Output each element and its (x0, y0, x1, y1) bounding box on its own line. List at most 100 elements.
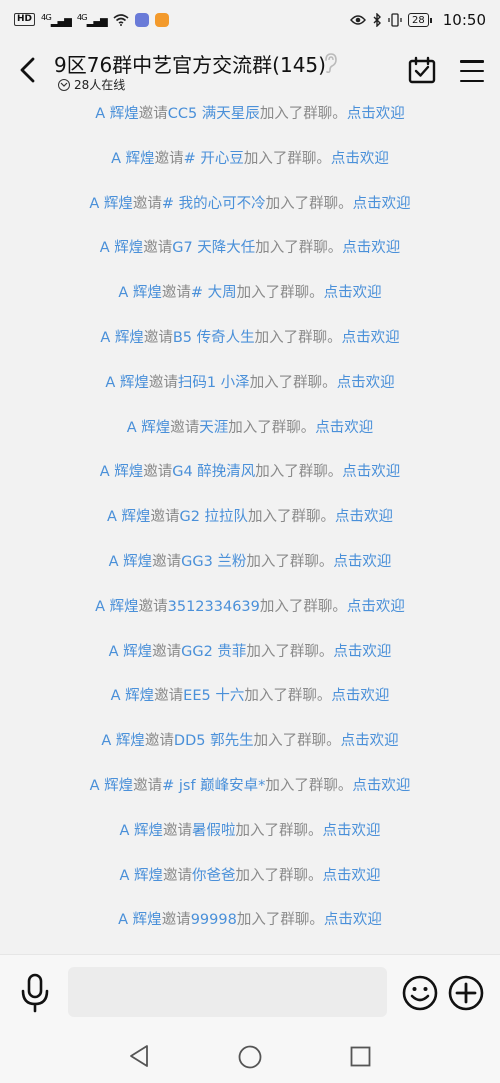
system-message: A 辉煌邀请B5 传奇人生加入了群聊。点击欢迎 (0, 326, 500, 347)
invitee-name[interactable]: G7 天降大任 (172, 240, 255, 256)
welcome-link[interactable]: 点击欢迎 (315, 420, 373, 436)
chevron-down-icon (58, 78, 70, 91)
invite-text: 邀请 (138, 106, 168, 122)
inviter-name[interactable]: A 辉煌 (119, 823, 163, 839)
welcome-link[interactable]: 点击欢迎 (342, 330, 400, 346)
system-message: A 辉煌邀请# 我的心可不冷加入了群聊。点击欢迎 (0, 192, 500, 213)
plus-icon[interactable] (448, 975, 484, 1011)
joined-text: 加入了群聊。 (259, 106, 347, 122)
joined-text: 加入了群聊。 (246, 554, 334, 570)
invitee-name[interactable]: 天涯 (199, 420, 228, 436)
inviter-name[interactable]: A 辉煌 (95, 599, 139, 615)
invitee-name[interactable]: EE5 十六 (183, 688, 244, 704)
eye-icon (350, 15, 366, 25)
invitee-name[interactable]: 99998 (191, 912, 237, 928)
system-message: A 辉煌邀请CC5 满天星辰加入了群聊。点击欢迎 (0, 102, 500, 123)
emoji-icon[interactable] (402, 975, 438, 1011)
inviter-name[interactable]: A 辉煌 (111, 688, 155, 704)
welcome-link[interactable]: 点击欢迎 (342, 240, 400, 256)
invitee-name[interactable]: # 我的心可不冷 (162, 196, 266, 212)
inviter-name[interactable]: A 辉煌 (109, 554, 153, 570)
menu-icon[interactable] (460, 60, 484, 82)
nav-back-icon[interactable] (128, 1044, 150, 1068)
clock: 10:50 (442, 11, 486, 29)
inviter-name[interactable]: A 辉煌 (101, 733, 145, 749)
system-message: A 辉煌邀请G2 拉拉队加入了群聊。点击欢迎 (0, 505, 500, 526)
welcome-link[interactable]: 点击欢迎 (347, 599, 405, 615)
inviter-name[interactable]: A 辉煌 (90, 778, 134, 794)
invite-text: 邀请 (154, 688, 184, 705)
invitee-name[interactable]: 扫码1 小泽 (178, 375, 250, 391)
joined-text: 加入了群聊。 (228, 419, 316, 436)
welcome-link[interactable]: 点击欢迎 (323, 823, 381, 839)
message-input[interactable] (68, 967, 387, 1017)
system-message: A 辉煌邀请天涯加入了群聊。点击欢迎 (0, 416, 500, 437)
invite-text: 邀请 (161, 285, 191, 302)
welcome-link[interactable]: 点击欢迎 (352, 778, 410, 794)
inviter-name[interactable]: A 辉煌 (95, 106, 139, 122)
invite-text: 邀请 (150, 509, 180, 526)
back-arrow-icon[interactable] (16, 56, 40, 84)
music-app-icon (134, 12, 149, 27)
inviter-name[interactable]: A 辉煌 (118, 912, 162, 928)
invitee-name[interactable]: GG3 兰粉 (181, 554, 246, 570)
welcome-link[interactable]: 点击欢迎 (342, 464, 400, 480)
inviter-name[interactable]: A 辉煌 (119, 868, 163, 884)
welcome-link[interactable]: 点击欢迎 (337, 375, 395, 391)
joined-text: 加入了群聊。 (255, 240, 343, 257)
welcome-link[interactable]: 点击欢迎 (341, 733, 399, 749)
invitee-name[interactable]: DD5 郭先生 (174, 733, 254, 749)
inviter-name[interactable]: A 辉煌 (89, 196, 133, 212)
invitee-name[interactable]: B5 传奇人生 (173, 330, 255, 346)
invitee-name[interactable]: G2 拉拉队 (179, 509, 248, 525)
invitee-name[interactable]: G4 醉挽清风 (172, 464, 255, 480)
inviter-name[interactable]: A 辉煌 (109, 644, 153, 660)
invite-text: 邀请 (170, 419, 200, 436)
joined-text: 加入了群聊。 (253, 733, 341, 750)
joined-text: 加入了群聊。 (255, 464, 343, 481)
joined-text: 加入了群聊。 (265, 778, 353, 794)
system-message: A 辉煌邀请# 开心豆加入了群聊。点击欢迎 (0, 147, 500, 168)
invitee-name[interactable]: # 开心豆 (184, 151, 244, 167)
group-title[interactable]: 9区76群中艺官方交流群(145) (54, 49, 326, 78)
welcome-link[interactable]: 点击欢迎 (324, 285, 382, 301)
invitee-name[interactable]: GG2 贵菲 (181, 644, 246, 660)
welcome-link[interactable]: 点击欢迎 (333, 554, 391, 570)
nav-recent-apps-icon[interactable] (350, 1046, 371, 1067)
invite-text: 邀请 (152, 643, 182, 660)
inviter-name[interactable]: A 辉煌 (127, 420, 171, 436)
welcome-link[interactable]: 点击欢迎 (347, 106, 405, 122)
welcome-link[interactable]: 点击欢迎 (333, 644, 391, 660)
welcome-link[interactable]: 点击欢迎 (331, 151, 389, 167)
inviter-name[interactable]: A 辉煌 (100, 464, 144, 480)
invitee-name[interactable]: 3512334639 (168, 599, 260, 615)
inviter-name[interactable]: A 辉煌 (100, 330, 144, 346)
calendar-check-icon[interactable] (408, 56, 436, 84)
welcome-link[interactable]: 点击欢迎 (335, 509, 393, 525)
inviter-name[interactable]: A 辉煌 (105, 375, 149, 391)
invitee-name[interactable]: # jsf 巅峰安卓* (162, 778, 265, 794)
invitee-name[interactable]: # 大周 (191, 285, 237, 301)
inviter-name[interactable]: A 辉煌 (118, 285, 162, 301)
message-list[interactable]: A 辉煌邀请CC5 满天星辰加入了群聊。点击欢迎 A 辉煌邀请# 开心豆加入了群聊… (0, 90, 500, 950)
welcome-link[interactable]: 点击欢迎 (324, 912, 382, 928)
nav-home-icon[interactable] (238, 1045, 262, 1069)
inviter-name[interactable]: A 辉煌 (100, 240, 144, 256)
bluetooth-icon (373, 13, 382, 27)
microphone-icon[interactable] (19, 973, 51, 1013)
welcome-link[interactable]: 点击欢迎 (323, 868, 381, 884)
inviter-name[interactable]: A 辉煌 (107, 509, 151, 525)
welcome-link[interactable]: 点击欢迎 (353, 196, 411, 212)
welcome-link[interactable]: 点击欢迎 (331, 688, 389, 704)
invitee-name[interactable]: CC5 满天星辰 (168, 106, 260, 122)
system-message: A 辉煌邀请EE5 十六加入了群聊。点击欢迎 (0, 684, 500, 705)
system-message: A 辉煌邀请暑假啦加入了群聊。点击欢迎 (0, 819, 500, 840)
invitee-name[interactable]: 暑假啦 (192, 823, 236, 839)
system-message: A 辉煌邀请99998加入了群聊。点击欢迎 (0, 908, 500, 929)
invitee-name[interactable]: 你爸爸 (192, 868, 236, 884)
joined-text: 加入了群聊。 (248, 509, 336, 526)
joined-text: 加入了群聊。 (265, 195, 353, 212)
inviter-name[interactable]: A 辉煌 (111, 151, 155, 167)
joined-text: 加入了群聊。 (254, 330, 342, 346)
system-message: A 辉煌邀请3512334639加入了群聊。点击欢迎 (0, 595, 500, 616)
